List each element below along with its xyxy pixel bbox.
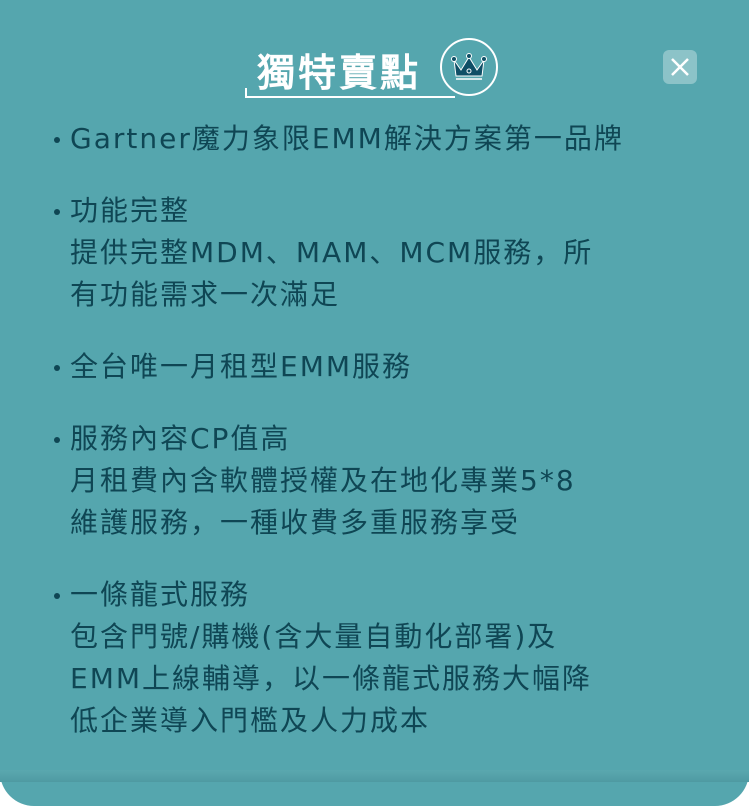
list-item: 功能完整提供完整MDM、MAM、MCM服務，所 有功能需求一次滿足 <box>52 190 709 316</box>
item-heading: 服務內容CP值高 <box>70 422 291 455</box>
item-heading: 全台唯一月租型EMM服務 <box>70 350 413 383</box>
close-icon <box>671 58 689 76</box>
selling-points-panel: 獨特賣點 Gartner魔力象限EMM解決方案第一品牌 功能完整提供完整MDM、M… <box>0 0 749 806</box>
panel-footer <box>0 770 749 782</box>
item-description-line: 低企業導入門檻及人力成本 <box>70 704 431 737</box>
item-heading: Gartner魔力象限EMM解決方案第一品牌 <box>70 122 624 155</box>
item-description-line: 維護服務，一種收費多重服務享受 <box>70 506 521 539</box>
item-description-line: 有功能需求一次滿足 <box>70 278 341 311</box>
item-description-line: 月租費內含軟體授權及在地化專業5*8 <box>70 464 576 497</box>
list-item: 服務內容CP值高月租費內含軟體授權及在地化專業5*8 維護服務，一種收費多重服務享… <box>52 418 709 544</box>
item-heading: 功能完整 <box>70 194 191 227</box>
list-item: Gartner魔力象限EMM解決方案第一品牌 <box>52 118 709 160</box>
close-button[interactable] <box>663 50 697 84</box>
item-heading: 一條龍式服務 <box>70 578 251 611</box>
item-description-line: EMM上線輔導，以一條龍式服務大幅降 <box>70 662 593 695</box>
panel-title: 獨特賣點 <box>257 51 422 95</box>
selling-points-list: Gartner魔力象限EMM解決方案第一品牌 功能完整提供完整MDM、MAM、MC… <box>52 118 709 772</box>
list-item: 全台唯一月租型EMM服務 <box>52 346 709 388</box>
crown-icon <box>440 38 498 96</box>
item-description-line: 包含門號/購機(含大量自動化部署)及 <box>70 620 558 653</box>
item-description-line: 提供完整MDM、MAM、MCM服務，所 <box>70 236 594 269</box>
list-item: 一條龍式服務包含門號/購機(含大量自動化部署)及 EMM上線輔導，以一條龍式服務大… <box>52 574 709 742</box>
